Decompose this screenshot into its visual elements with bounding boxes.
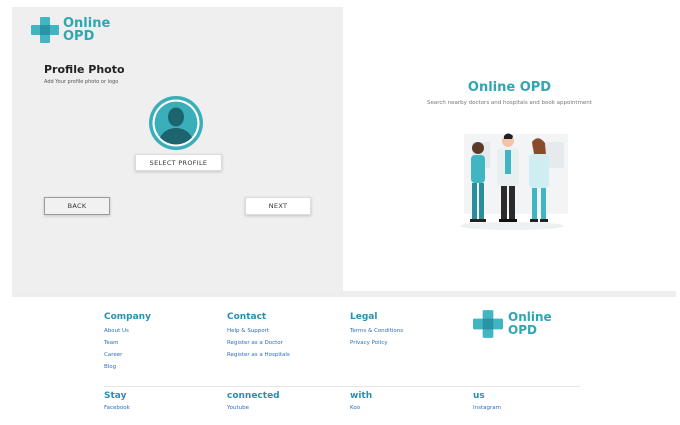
footer-stay-col-1: Stay Facebook [104,391,130,411]
footer-brand-name: Online OPD [508,311,552,337]
footer-link-koo[interactable]: Koo [350,405,372,411]
medical-cross-icon [31,17,59,43]
footer-link-facebook[interactable]: Facebook [104,405,130,411]
footer-stay-col-3: with Koo [350,391,372,411]
footer-link-about-us[interactable]: About Us [104,328,151,334]
page-subtitle: Add Your profile photo or logo [44,79,119,85]
footer-link-instagram[interactable]: Instagram [473,405,501,411]
footer-heading-contact: Contact [227,312,267,322]
footer-heading-company: Company [104,312,151,322]
footer-link-youtube[interactable]: Youtube [227,405,280,411]
hero-title: Online OPD [467,80,552,95]
hero-subtitle: Search nearby doctors and hospitals and … [427,100,592,106]
footer-stay-heading-2: connected [227,391,280,401]
profile-photo-panel: Online OPD Profile Photo Add Your profil… [12,7,343,291]
footer-stay-col-4: us Instagram [473,391,501,411]
footer-divider [104,386,580,387]
brand-line2: OPD [63,29,95,44]
footer-company: Company About Us Team Career Blog [104,312,151,370]
footer-contact: Contact Help & Support Register as a Doc… [227,312,290,358]
footer-link-career[interactable]: Career [104,352,151,358]
footer-separator [12,291,676,297]
page-title: Profile Photo [44,63,125,76]
footer-link-privacy[interactable]: Privacy Policy [350,340,403,346]
medical-cross-icon [473,310,503,338]
footer-link-register-doctor[interactable]: Register as a Doctor [227,340,290,346]
footer-stay-heading-3: with [350,391,373,401]
footer-link-register-hospitals[interactable]: Register as a Hospitals [227,352,290,358]
doctors-illustration [460,133,568,230]
footer-legal: Legal Terms & Conditions Privacy Policy [350,312,403,346]
next-button[interactable]: NEXT [245,197,311,215]
select-profile-button[interactable]: SELECT PROFILE [135,154,222,171]
footer-heading-legal: Legal [350,312,378,322]
footer-brand-logo[interactable]: Online OPD [473,310,552,338]
footer-stay-heading-4: us [473,391,485,401]
back-button[interactable]: BACK [44,197,110,215]
brand-name: Online OPD [63,17,110,43]
footer-link-help-support[interactable]: Help & Support [227,328,290,334]
footer-link-terms[interactable]: Terms & Conditions [350,328,403,334]
footer-stay-heading-1: Stay [104,391,127,401]
footer-link-team[interactable]: Team [104,340,151,346]
brand-logo[interactable]: Online OPD [31,17,110,43]
user-avatar-icon[interactable] [148,95,204,151]
footer-brand-line2: OPD [508,323,537,337]
footer-link-blog[interactable]: Blog [104,364,151,370]
footer-stay-col-2: connected Youtube [227,391,280,411]
